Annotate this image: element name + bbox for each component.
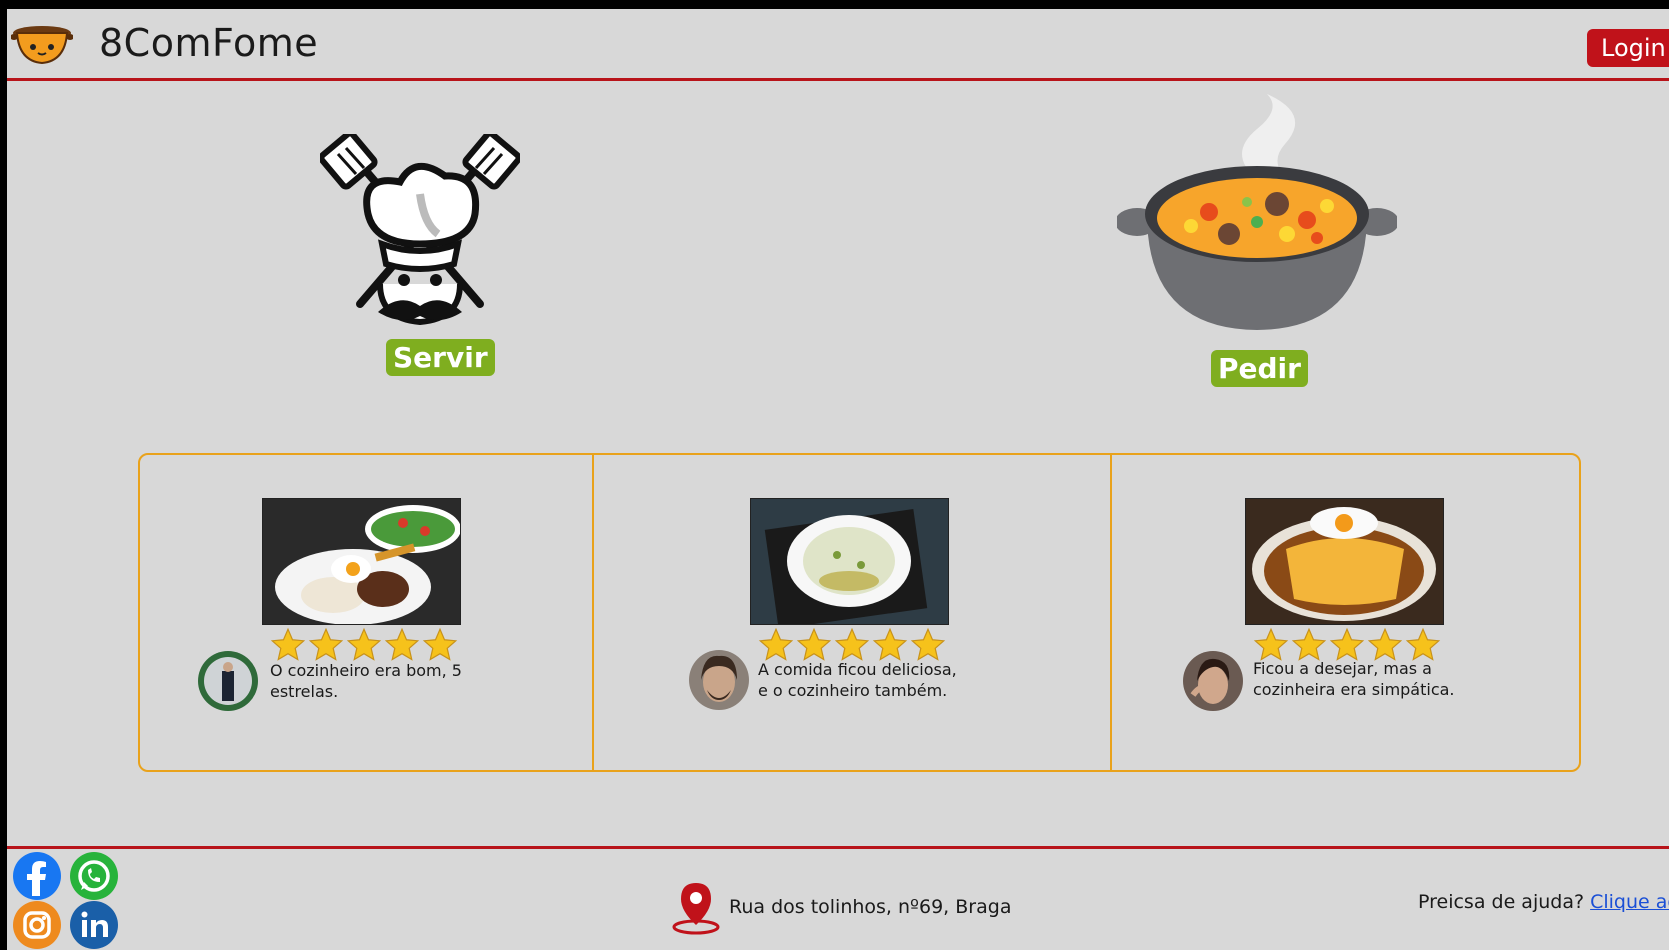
instagram-icon[interactable] — [13, 901, 61, 949]
pedir-button[interactable]: Pedir — [1211, 350, 1308, 387]
help-link[interactable]: Clique aqui — [1590, 891, 1669, 913]
star-icon — [758, 627, 794, 663]
dish-photo — [262, 498, 461, 625]
reviewer-avatar — [198, 651, 258, 711]
review-comment: Ficou a desejar, mas a cozinheira era si… — [1253, 659, 1455, 699]
star-icon — [796, 627, 832, 663]
dish-photo — [750, 498, 949, 625]
star-icon — [346, 627, 382, 663]
star-icon — [270, 627, 306, 663]
pot-logo-icon[interactable] — [10, 23, 74, 65]
rating-stars — [270, 627, 470, 663]
star-icon — [872, 627, 908, 663]
whatsapp-icon[interactable] — [70, 852, 118, 900]
page: 8ComFome Login Servir Pedir O cozinheiro… — [7, 9, 1669, 950]
facebook-icon[interactable] — [13, 852, 61, 900]
footer-address: Rua dos tolinhos, nº69, Braga — [729, 896, 1012, 918]
review-comment: O cozinheiro era bom, 5 estrelas. — [270, 661, 462, 701]
location-pin-icon — [671, 879, 721, 935]
review-card: O cozinheiro era bom, 5 estrelas. — [140, 455, 594, 770]
star-icon — [384, 627, 420, 663]
brand-title: 8ComFome — [99, 21, 319, 65]
reviewer-avatar — [689, 650, 749, 710]
linkedin-icon[interactable] — [70, 901, 118, 949]
top-bar: 8ComFome Login — [7, 9, 1669, 81]
footer-divider — [7, 846, 1669, 849]
servir-button[interactable]: Servir — [386, 339, 495, 376]
reviewer-avatar — [1183, 651, 1243, 711]
reviews-panel: O cozinheiro era bom, 5 estrelas. A comi… — [138, 453, 1581, 772]
chef-icon[interactable] — [318, 130, 522, 329]
help-question: Preicsa de ajuda? — [1418, 891, 1585, 913]
dish-photo — [1245, 498, 1444, 625]
review-card: Ficou a desejar, mas a cozinheira era si… — [1112, 455, 1579, 770]
rating-stars — [758, 627, 958, 663]
star-icon — [308, 627, 344, 663]
help-text: Preicsa de ajuda? Clique aqui — [1418, 891, 1669, 913]
pot-icon[interactable] — [1115, 94, 1399, 354]
star-icon — [422, 627, 458, 663]
review-comment: A comida ficou deliciosa, e o cozinheiro… — [758, 660, 957, 700]
review-card: A comida ficou deliciosa, e o cozinheiro… — [594, 455, 1112, 770]
star-icon — [834, 627, 870, 663]
login-button[interactable]: Login — [1587, 29, 1669, 67]
star-icon — [910, 627, 946, 663]
